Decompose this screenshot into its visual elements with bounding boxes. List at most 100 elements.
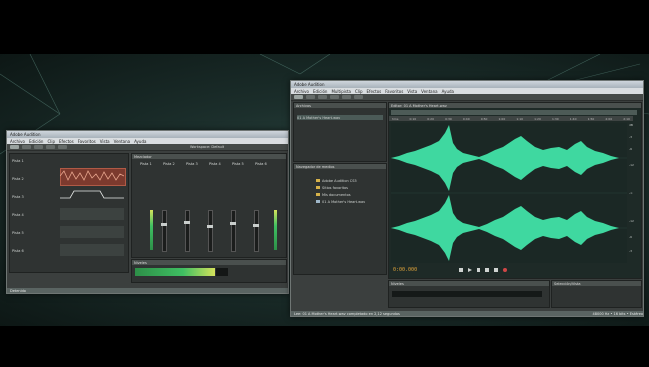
menu-item[interactable]: Multipista bbox=[331, 89, 351, 94]
window-titlebar[interactable]: Adobe Audition bbox=[291, 81, 643, 88]
mixer-channel-label: Pista 6 bbox=[255, 162, 267, 166]
fast-forward-icon[interactable] bbox=[494, 268, 498, 272]
track-header[interactable]: Pista 6 bbox=[12, 248, 24, 253]
db-scale-label: -∞ bbox=[629, 191, 633, 195]
status-bar: Lee: 01 A Mother's Heart.wav completado … bbox=[291, 311, 643, 316]
folder-icon bbox=[316, 193, 320, 196]
menu-item[interactable]: Ventana bbox=[114, 139, 130, 144]
track-header[interactable]: Pista 2 bbox=[12, 176, 24, 181]
menu-item[interactable]: Ayuda bbox=[134, 139, 146, 144]
window-title: Adobe Audition bbox=[10, 132, 41, 137]
media-item[interactable]: Sitios favoritos bbox=[316, 185, 348, 190]
menu-item[interactable]: Clip bbox=[355, 89, 363, 94]
menu-item[interactable]: Efectos bbox=[367, 89, 382, 94]
razor-tool-button[interactable] bbox=[46, 145, 55, 149]
rewind-icon[interactable] bbox=[485, 268, 489, 272]
time-ruler[interactable]: hms 0:10 0:20 0:30 0:40 0:50 1:00 1:10 1:20 1:30 1… bbox=[389, 116, 633, 121]
level-meter bbox=[274, 210, 277, 250]
track-header[interactable]: Pista 3 bbox=[12, 194, 24, 199]
multitrack-view-button[interactable] bbox=[22, 145, 31, 149]
levels-panel: Niveles bbox=[131, 259, 287, 283]
menu-item[interactable]: Vista bbox=[407, 89, 417, 94]
media-item[interactable]: 01 A Mother's Heart.wav bbox=[316, 199, 365, 204]
status-format: 48000 Hz • 16 bits • Estéreo bbox=[592, 311, 643, 316]
level-meter bbox=[150, 210, 153, 250]
levels-header: Niveles bbox=[132, 260, 286, 265]
menu-item[interactable]: Vista bbox=[100, 139, 110, 144]
level-bar-end bbox=[216, 268, 228, 276]
editor-tab[interactable]: Editor: 01 A Mother's Heart.wav bbox=[389, 103, 641, 108]
menu-item[interactable]: Favoritos bbox=[78, 139, 96, 144]
mixer-channel-label: Pista 1 bbox=[140, 162, 152, 166]
track-lane[interactable] bbox=[60, 244, 124, 256]
status-bar: Detenido bbox=[7, 288, 288, 293]
mixer-panel: Mezclador Pista 1 Pista 2 Pista 3 Pista … bbox=[131, 153, 287, 258]
db-scale-label: -6 bbox=[629, 147, 632, 151]
status-text: Lee: 01 A Mother's Heart.wav completado … bbox=[294, 311, 400, 316]
volume-fader[interactable] bbox=[207, 210, 213, 252]
spectral-view-button[interactable] bbox=[318, 95, 327, 99]
multitrack-view-button[interactable] bbox=[306, 95, 315, 99]
selection-view-header: Selección/Vista bbox=[552, 281, 641, 286]
media-browser-panel: Navegador de medios Adobe Audition CS5 S… bbox=[293, 163, 387, 275]
stop-icon[interactable] bbox=[459, 268, 463, 272]
workspace-label[interactable]: Workspace: Default bbox=[190, 145, 224, 149]
pause-icon[interactable] bbox=[477, 268, 480, 272]
file-entry[interactable]: 01 A Mother's Heart.wav bbox=[297, 115, 383, 120]
marquee-tool-button[interactable] bbox=[354, 95, 363, 99]
files-header: Archivos bbox=[294, 103, 386, 108]
waveform-display[interactable] bbox=[391, 123, 627, 263]
menu-item[interactable]: Clip bbox=[47, 139, 55, 144]
volume-fader[interactable] bbox=[230, 210, 236, 252]
media-item[interactable]: Mis documentos bbox=[316, 192, 351, 197]
time-selection-tool-button[interactable] bbox=[342, 95, 351, 99]
waveform-editor-window: Adobe Audition Archivo Edición Multipist… bbox=[290, 80, 644, 317]
mixer-header: Mezclador bbox=[132, 154, 286, 159]
folder-icon bbox=[316, 179, 320, 182]
volume-fader[interactable] bbox=[161, 210, 167, 252]
overview-bar[interactable] bbox=[391, 110, 637, 115]
automation-line bbox=[60, 190, 124, 199]
multitrack-window: Adobe Audition Archivo Edición Clip Efec… bbox=[6, 130, 289, 294]
window-titlebar[interactable]: Adobe Audition bbox=[7, 131, 288, 138]
track-lane[interactable] bbox=[60, 208, 124, 220]
time-selection-tool-button[interactable] bbox=[58, 145, 67, 149]
letterbox-bottom bbox=[0, 326, 649, 367]
file-icon bbox=[316, 200, 320, 203]
media-item[interactable]: Adobe Audition CS5 bbox=[316, 178, 357, 183]
move-tool-button[interactable] bbox=[330, 95, 339, 99]
transport-controls bbox=[459, 268, 507, 272]
db-scale-label: -12 bbox=[629, 163, 634, 167]
current-time-display: 0:00.000 bbox=[393, 267, 418, 273]
video-frame: Adobe Audition Archivo Edición Clip Efec… bbox=[0, 54, 649, 326]
mixer-channel-label: Pista 4 bbox=[209, 162, 221, 166]
menu-item[interactable]: Ayuda bbox=[442, 89, 454, 94]
menu-item[interactable]: Efectos bbox=[59, 139, 74, 144]
volume-fader[interactable] bbox=[253, 210, 259, 252]
mixer-channel-label: Pista 3 bbox=[186, 162, 198, 166]
media-browser-header: Navegador de medios bbox=[294, 164, 386, 169]
move-tool-button[interactable] bbox=[34, 145, 43, 149]
level-bar bbox=[135, 268, 215, 276]
track-lane[interactable] bbox=[60, 226, 124, 238]
track-header[interactable]: Pista 1 bbox=[12, 158, 24, 163]
menu-item[interactable]: Favoritos bbox=[385, 89, 403, 94]
waveform-view-button[interactable] bbox=[10, 145, 19, 149]
files-panel: Archivos 01 A Mother's Heart.wav bbox=[293, 102, 387, 162]
track-header[interactable]: Pista 5 bbox=[12, 230, 24, 235]
menu-item[interactable]: Archivo bbox=[10, 139, 25, 144]
track-header[interactable]: Pista 4 bbox=[12, 212, 24, 217]
menu-item[interactable]: Edición bbox=[313, 89, 327, 94]
menu-item[interactable]: Archivo bbox=[294, 89, 309, 94]
menu-item[interactable]: Ventana bbox=[421, 89, 437, 94]
tracks-panel: Pista 1 Pista 2 Pista 3 Pista 4 Pista 5 … bbox=[9, 153, 129, 273]
mixer-channel-label: Pista 5 bbox=[232, 162, 244, 166]
volume-fader[interactable] bbox=[184, 210, 190, 252]
play-icon[interactable] bbox=[468, 268, 472, 272]
toolbar: Workspace: Default bbox=[7, 144, 288, 151]
record-icon[interactable] bbox=[503, 268, 507, 272]
db-scale-label: -12 bbox=[629, 219, 634, 223]
levels-header: Niveles bbox=[389, 281, 549, 286]
menu-item[interactable]: Edición bbox=[29, 139, 43, 144]
waveform-view-button[interactable] bbox=[294, 95, 303, 99]
